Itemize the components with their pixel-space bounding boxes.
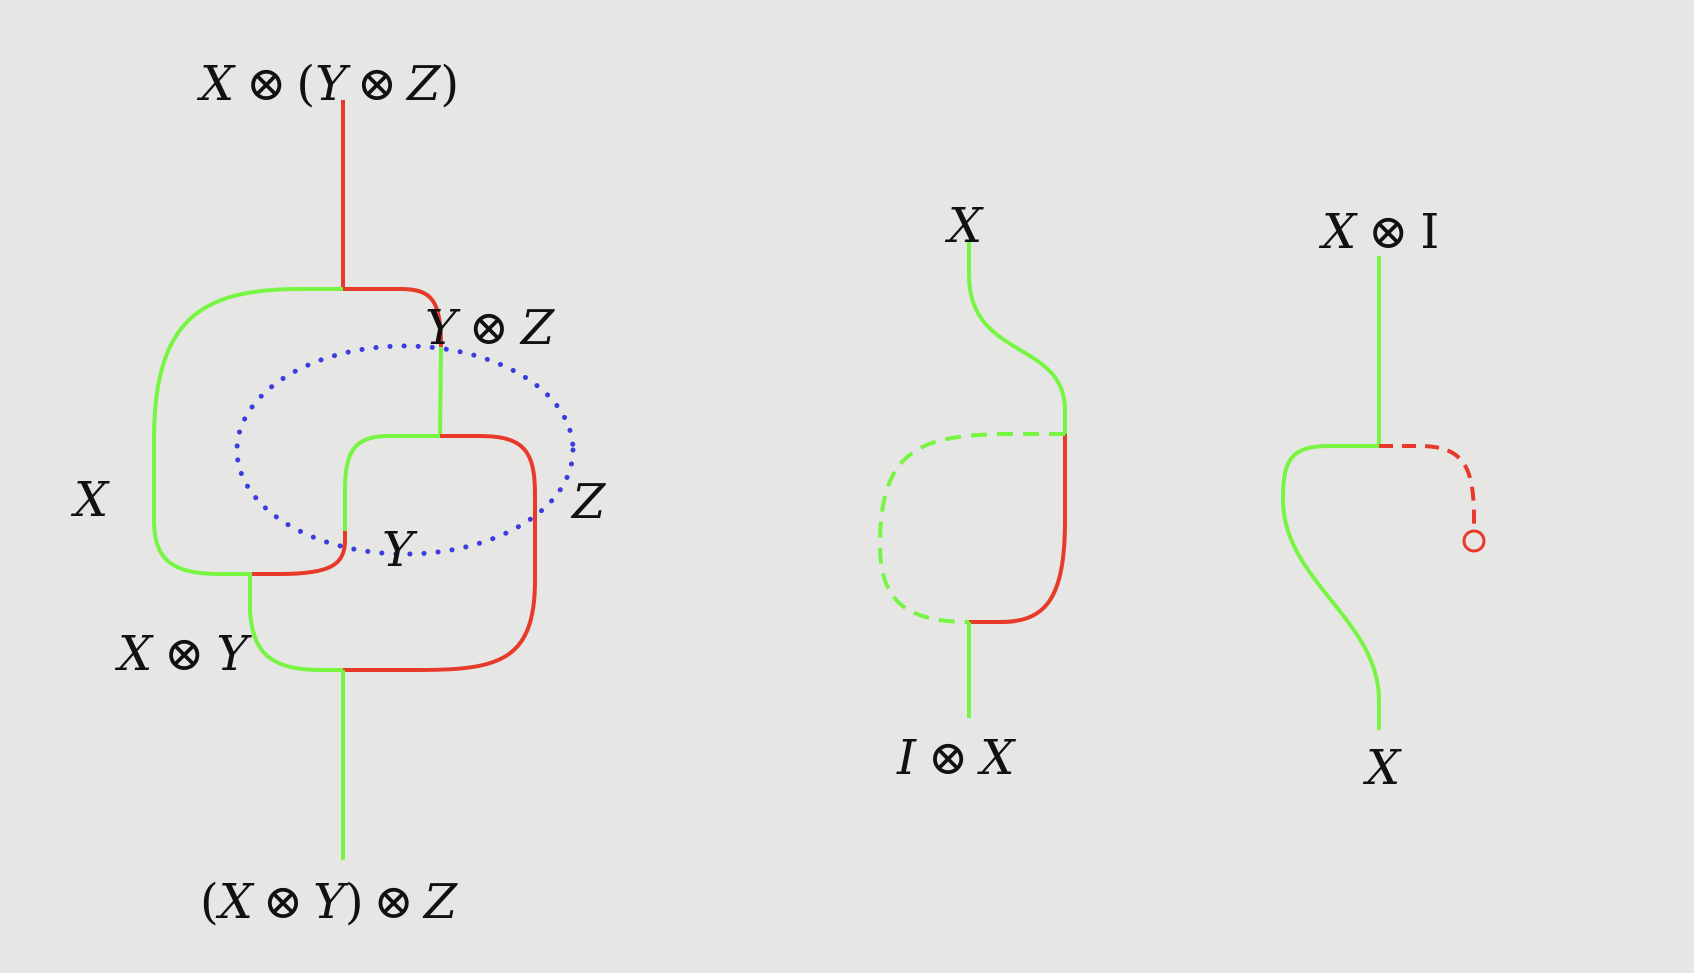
associator-z-label: Z (570, 474, 607, 530)
string-diagrams-svg: X ⊗ (Y ⊗ Z) Y ⊗ Z X Z Y X ⊗ Y (X ⊗ Y) ⊗ Z X I ⊗ X X ⊗ I … (0, 0, 1694, 968)
yz-green-stem (438, 346, 443, 437)
left-unitor-bottom-label: I ⊗ X (896, 730, 1016, 786)
left-unitor-top-label: X (944, 198, 984, 254)
associator-xy-label: X ⊗ Y (114, 626, 252, 682)
right-unitor-bottom-label: X (1362, 740, 1402, 796)
string-diagram-canvas: X ⊗ (Y ⊗ Z) Y ⊗ Z X Z Y X ⊗ Y (X ⊗ Y) ⊗ Z X I ⊗ X X ⊗ I … (0, 0, 1694, 968)
associator-y-label: Y (382, 522, 418, 578)
associator-yz-label: Y ⊗ Z (425, 300, 556, 356)
associator-x-label: X (70, 472, 110, 528)
right-unitor-top-label: X ⊗ I (1318, 204, 1439, 260)
background (0, 0, 1694, 968)
